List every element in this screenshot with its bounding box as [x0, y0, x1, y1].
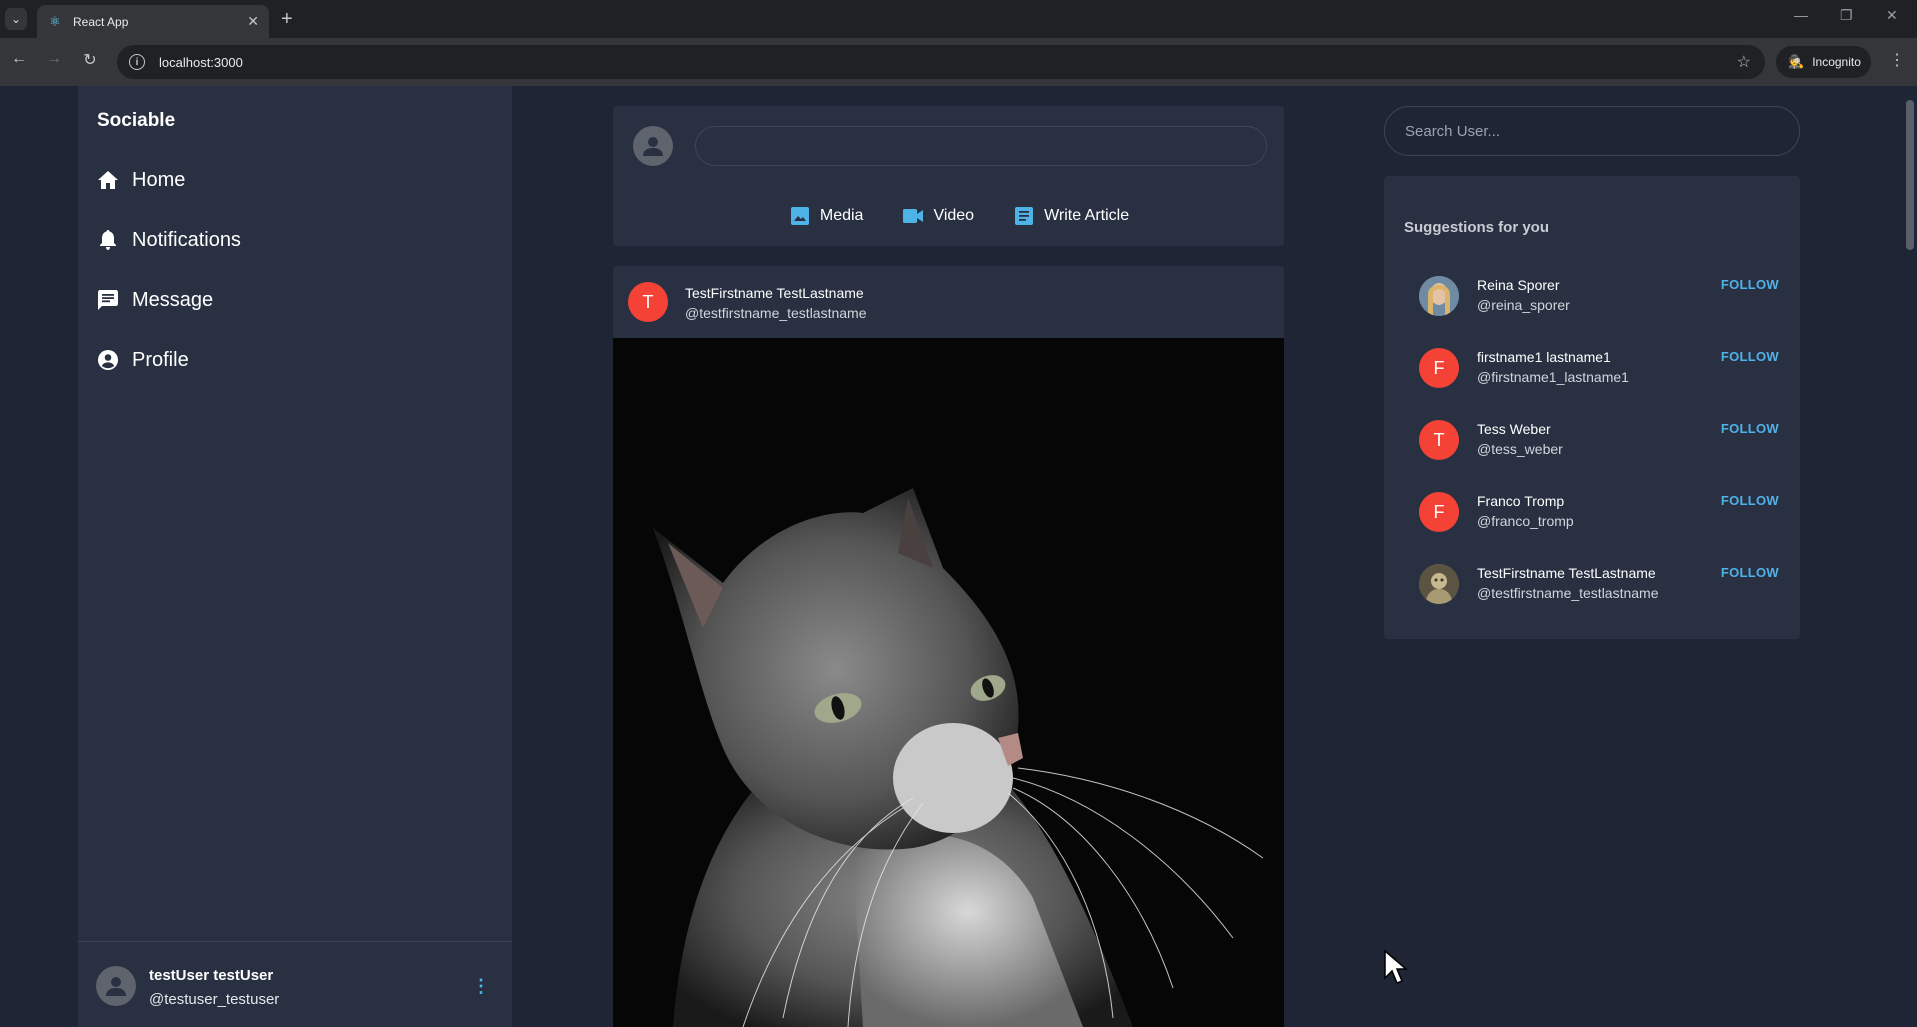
sidebar-item-label: Home [132, 168, 186, 191]
post-author-handle: @testfirstname_testlastname [685, 305, 867, 321]
media-label: Media [819, 207, 864, 224]
avatar[interactable] [96, 966, 136, 1006]
bell-icon [97, 229, 119, 251]
media-button[interactable]: Media [790, 204, 864, 228]
video-button[interactable]: Video [903, 204, 974, 228]
account-circle-icon [97, 349, 119, 371]
sidebar-item-home[interactable]: Home [97, 160, 185, 200]
home-icon [97, 169, 119, 191]
current-user-name: testUser testUser [149, 967, 274, 984]
write-article-button[interactable]: Write Article [1014, 204, 1129, 228]
sidebar-item-label: Message [132, 288, 214, 311]
reload-icon[interactable]: ↻ [79, 50, 101, 70]
suggestion-handle: @franco_tromp [1477, 513, 1574, 529]
suggestion-name[interactable]: Reina Sporer [1477, 277, 1560, 293]
video-label: Video [933, 207, 975, 224]
cat-photo [613, 338, 1284, 1027]
avatar[interactable]: T [628, 282, 668, 322]
article-icon [1014, 206, 1034, 226]
post-input[interactable] [695, 126, 1267, 166]
list-item: F firstname1 lastname1 @firstname1_lastn… [1419, 348, 1779, 404]
incognito-badge[interactable]: 🕵 Incognito [1776, 46, 1871, 78]
sidebar: Sociable Home Notifications Message Prof… [78, 86, 512, 1027]
search-user-input[interactable]: Search User... [1384, 106, 1800, 156]
incognito-label: Incognito [1812, 55, 1861, 69]
suggestion-name[interactable]: firstname1 lastname1 [1477, 349, 1611, 365]
tab-title: React App [73, 14, 129, 29]
post-composer: Media Video Write Article [613, 106, 1284, 246]
app-page: Sociable Home Notifications Message Prof… [0, 86, 1917, 1027]
scrollbar-thumb[interactable] [1906, 100, 1914, 250]
bookmark-star-icon[interactable]: ☆ [1737, 52, 1751, 72]
browser-tab[interactable]: ⚛ React App ✕ [37, 5, 269, 38]
suggestion-handle: @firstname1_lastname1 [1477, 369, 1629, 385]
react-favicon-icon: ⚛ [49, 13, 61, 29]
suggestion-handle: @tess_weber [1477, 441, 1563, 457]
more-vert-icon[interactable]: ⋮ [472, 976, 490, 997]
url-text: localhost:3000 [159, 54, 243, 70]
minimize-icon[interactable]: — [1794, 7, 1808, 23]
site-info-icon[interactable]: i [129, 54, 145, 70]
suggestions-title: Suggestions for you [1404, 219, 1550, 236]
back-icon[interactable]: ← [8, 50, 30, 68]
person-icon [106, 977, 126, 996]
suggestion-name[interactable]: Franco Tromp [1477, 493, 1564, 509]
current-user-handle: @testuser_testuser [149, 991, 280, 1008]
image-icon [790, 206, 810, 226]
follow-button[interactable]: FOLLOW [1721, 421, 1779, 436]
avatar[interactable] [1419, 276, 1459, 316]
write-article-label: Write Article [1044, 207, 1130, 224]
tab-search-chevron-icon[interactable]: ⌄ [5, 8, 27, 30]
suggestions-panel: Suggestions for you Reina Sporer @reina_… [1384, 176, 1800, 639]
profile-photo [1419, 564, 1459, 604]
suggestion-name[interactable]: Tess Weber [1477, 421, 1551, 437]
post-author-name[interactable]: TestFirstname TestLastname [685, 285, 864, 301]
page-scrollbar[interactable] [1902, 86, 1917, 1027]
list-item: T Tess Weber @tess_weber FOLLOW [1419, 420, 1779, 476]
profile-photo [1419, 276, 1459, 316]
restore-icon[interactable]: ❐ [1840, 7, 1853, 24]
sidebar-item-profile[interactable]: Profile [97, 340, 189, 380]
avatar [633, 126, 673, 166]
sidebar-item-notifications[interactable]: Notifications [97, 220, 241, 260]
avatar[interactable]: F [1419, 348, 1459, 388]
list-item: F Franco Tromp @franco_tromp FOLLOW [1419, 492, 1779, 548]
new-tab-icon[interactable]: + [281, 8, 293, 30]
follow-button[interactable]: FOLLOW [1721, 277, 1779, 292]
follow-button[interactable]: FOLLOW [1721, 349, 1779, 364]
follow-button[interactable]: FOLLOW [1721, 565, 1779, 580]
list-item: Reina Sporer @reina_sporer FOLLOW [1419, 276, 1779, 332]
forward-icon[interactable]: → [43, 50, 65, 68]
list-item: TestFirstname TestLastname @testfirstnam… [1419, 564, 1779, 620]
suggestion-handle: @testfirstname_testlastname [1477, 585, 1659, 601]
person-icon [643, 137, 663, 156]
suggestion-handle: @reina_sporer [1477, 297, 1570, 313]
incognito-icon: 🕵 [1788, 54, 1805, 69]
composer-actions: Media Video Write Article [613, 204, 1284, 228]
message-icon [97, 289, 119, 311]
close-tab-icon[interactable]: ✕ [247, 13, 259, 30]
browser-toolbar: ← → ↻ i localhost:3000 ☆ 🕵 Incognito ⋮ [0, 38, 1917, 86]
sidebar-item-label: Notifications [132, 228, 241, 251]
browser-menu-icon[interactable]: ⋮ [1889, 50, 1905, 70]
current-user-panel: testUser testUser @testuser_testuser ⋮ [78, 941, 512, 1027]
avatar[interactable]: F [1419, 492, 1459, 532]
close-window-icon[interactable]: ✕ [1886, 7, 1898, 24]
follow-button[interactable]: FOLLOW [1721, 493, 1779, 508]
sidebar-item-label: Profile [132, 348, 189, 371]
post-card: T TestFirstname TestLastname @testfirstn… [613, 266, 1284, 1027]
brand-logo[interactable]: Sociable [97, 110, 175, 132]
post-image[interactable] [613, 338, 1284, 1027]
sidebar-item-message[interactable]: Message [97, 280, 213, 320]
videocam-icon [903, 206, 924, 226]
suggestion-name[interactable]: TestFirstname TestLastname [1477, 565, 1656, 581]
avatar[interactable]: T [1419, 420, 1459, 460]
address-bar[interactable]: i localhost:3000 ☆ [117, 45, 1765, 79]
browser-tabbar: ⌄ ⚛ React App ✕ + — ❐ ✕ [0, 0, 1917, 38]
avatar[interactable] [1419, 564, 1459, 604]
mouse-cursor-icon [1384, 949, 1409, 991]
